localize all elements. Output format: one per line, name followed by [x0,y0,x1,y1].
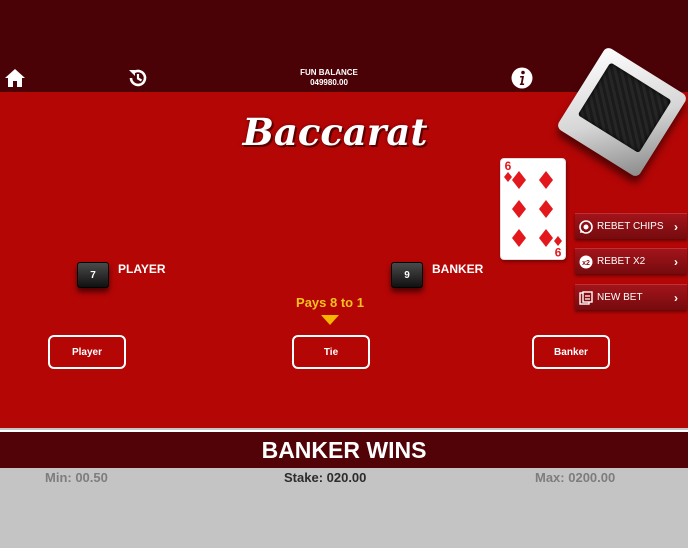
new-bet-label: NEW BET [597,292,643,303]
player-label: PLAYER [118,262,166,276]
new-bet-button[interactable]: NEW BET › [575,284,687,310]
fun-balance: FUN BALANCE 049980.00 [278,68,380,88]
diamond-pip [539,200,553,218]
rebet-chips-label: REBET CHIPS [597,221,664,232]
diamond-pip [512,200,526,218]
payout-text: Pays 8 to 1 [296,295,364,310]
diamond-pip [512,171,526,189]
stake-value: Stake: 020.00 [284,470,367,485]
chevron-right-icon: › [674,219,678,234]
diamond-pip [512,229,526,247]
stake-footer: Min: 00.50 Stake: 020.00 Max: 0200.00 [0,468,688,548]
banker-score: 9 [391,262,423,288]
rebet-x2-button[interactable]: x2 REBET X2 › [575,248,687,274]
top-bar: FUN BALANCE 049980.00 [0,0,688,92]
info-button[interactable] [510,66,534,90]
rebet-chips-button[interactable]: REBET CHIPS › [575,213,687,239]
card-rank: 6 [504,159,512,173]
player-score: 7 [77,262,109,288]
balance-label: FUN BALANCE [300,68,358,77]
diamond-icon [554,236,562,246]
info-icon [511,67,533,89]
tie-bet-button[interactable]: Tie [292,335,370,369]
min-bet-value: Min: 00.50 [45,470,108,485]
card-corner-bottom: 9 [554,234,562,259]
rebet-x2-label: REBET X2 [597,256,646,267]
playing-card: 6 9 [500,158,566,260]
history-button[interactable] [124,64,152,92]
player-bet-button[interactable]: Player [48,335,126,369]
svg-text:x2: x2 [582,260,590,267]
result-banner: BANKER WINS [0,430,688,468]
card-rank-bottom: 9 [554,245,562,259]
banker-bet-button[interactable]: Banker [532,335,610,369]
chevron-right-icon: › [674,254,678,269]
balance-value: 049980.00 [310,78,348,87]
history-icon [129,69,147,87]
diamond-pip [539,171,553,189]
banker-label: BANKER [432,262,484,276]
home-button[interactable] [2,66,28,90]
home-icon [5,69,25,87]
chevron-right-icon: › [674,290,678,305]
new-bet-icon [579,290,593,305]
diamond-icon [504,172,512,182]
payout-arrow-icon [321,315,339,325]
x2-icon: x2 [579,255,593,269]
max-bet-value: Max: 0200.00 [535,470,616,485]
diamond-pip [539,229,553,247]
baccarat-logo: Baccarat [242,110,428,154]
card-corner-top: 6 [504,159,512,184]
chips-icon [579,219,593,234]
